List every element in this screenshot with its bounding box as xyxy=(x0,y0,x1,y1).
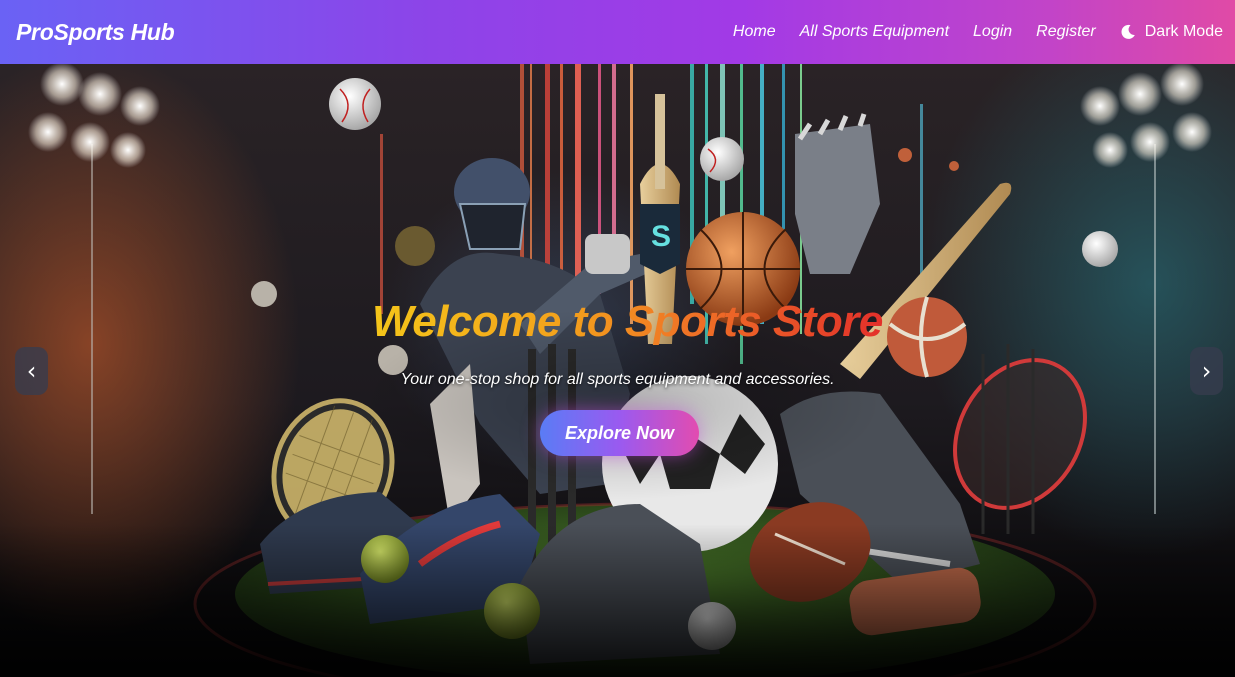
carousel-next-button[interactable]: › xyxy=(1190,347,1223,395)
nav-link-login[interactable]: Login xyxy=(973,23,1012,41)
navbar: ProSports Hub Home All Sports Equipment … xyxy=(0,0,1235,64)
chevron-right-icon: › xyxy=(1201,357,1212,385)
hero-title: Welcome to Sports Store xyxy=(372,294,883,350)
dark-mode-label: Dark Mode xyxy=(1144,23,1223,40)
hero-title-wrap: Welcome to Sports Store xyxy=(372,294,883,350)
nav-link-all-sports-equipment[interactable]: All Sports Equipment xyxy=(800,23,949,41)
explore-now-button[interactable]: Explore Now xyxy=(540,410,699,456)
dark-mode-toggle[interactable]: Dark Mode xyxy=(1120,23,1223,41)
carousel-prev-button[interactable]: ‹ xyxy=(15,347,48,395)
chevron-left-icon: ‹ xyxy=(26,357,37,385)
hero-subtitle: Your one-stop shop for all sports equipm… xyxy=(400,371,835,388)
hero-carousel: S xyxy=(0,64,1235,677)
nav-link-register[interactable]: Register xyxy=(1036,23,1096,41)
nav-link-home[interactable]: Home xyxy=(733,23,776,41)
brand-logo[interactable]: ProSports Hub xyxy=(16,19,175,46)
nav-links: Home All Sports Equipment Login Register… xyxy=(709,23,1223,41)
moon-icon xyxy=(1120,24,1136,40)
